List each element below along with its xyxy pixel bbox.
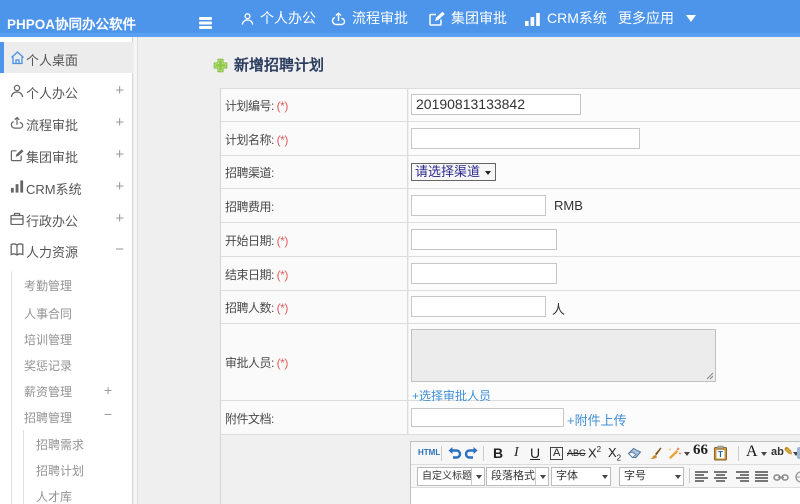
svg-text:T: T — [718, 450, 723, 459]
